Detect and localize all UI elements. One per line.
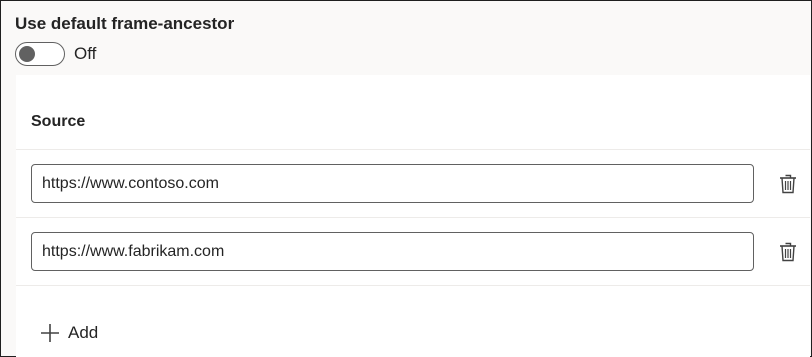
source-column-header: Source [31, 113, 86, 130]
add-button[interactable]: Add [40, 320, 98, 346]
toggle-knob [19, 46, 35, 62]
default-frame-ancestor-toggle[interactable] [15, 42, 65, 66]
source-row [16, 150, 810, 218]
toggle-row: Off [15, 41, 96, 67]
setting-title: Use default frame-ancestor [15, 14, 235, 33]
frame-ancestor-settings: Use default frame-ancestor Off Source ht… [0, 0, 812, 357]
delete-button[interactable] [776, 172, 800, 196]
trash-icon [780, 174, 796, 194]
add-label: Add [68, 323, 99, 342]
source-row [16, 218, 810, 286]
trash-icon [780, 242, 796, 262]
toggle-state-label: Off [74, 44, 97, 63]
source-panel: Source https://www.contoso.com https://w… [16, 75, 810, 357]
source-input[interactable] [31, 232, 754, 271]
delete-button[interactable] [776, 240, 800, 264]
source-input[interactable] [31, 164, 754, 203]
plus-icon [41, 324, 59, 342]
source-header: Source [16, 75, 810, 150]
